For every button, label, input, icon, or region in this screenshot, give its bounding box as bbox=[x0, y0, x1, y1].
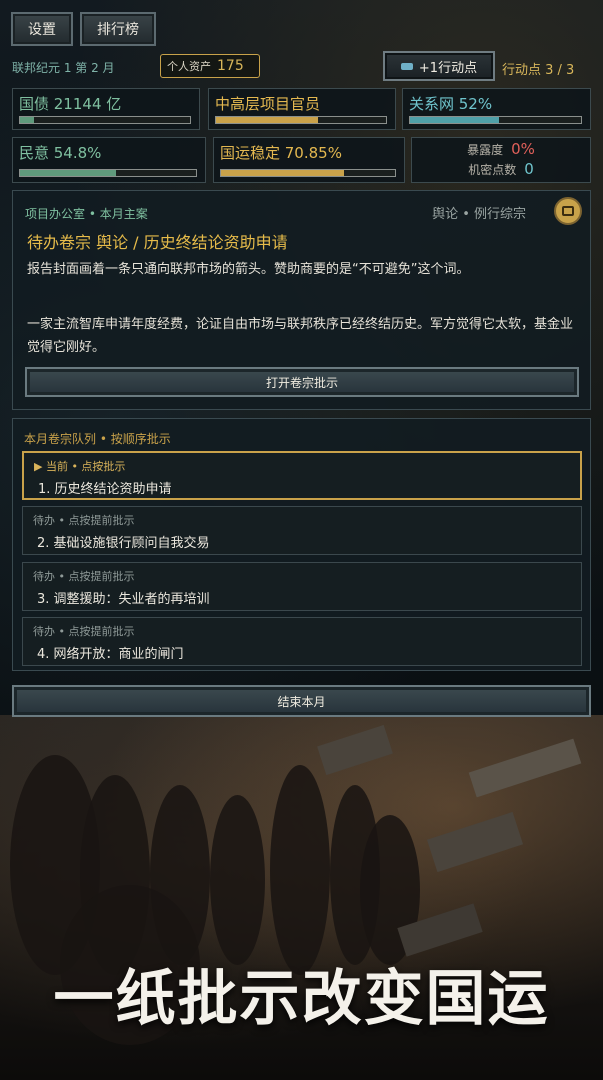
queue-item-3[interactable]: 待办 • 点按提前批示 3. 调整援助：失业者的再培训 bbox=[22, 562, 582, 611]
queue-header: 本月卷宗队列 • 按顺序批示 bbox=[24, 432, 171, 446]
settings-button[interactable]: 设置 bbox=[11, 12, 73, 46]
ticket-icon bbox=[400, 62, 413, 70]
queue-item-status: 待办 • 点按提前批示 bbox=[33, 514, 135, 527]
end-month-label: 结束本月 bbox=[277, 694, 326, 709]
queue-item-title: 3. 调整援助：失业者的再培训 bbox=[37, 592, 210, 607]
network-label: 关系网 52% bbox=[409, 95, 493, 113]
queue-item-title: 2. 基础设施银行顾问自我交易 bbox=[37, 536, 210, 551]
stability-bar bbox=[220, 169, 396, 177]
secret-points-label: 机密点数 bbox=[468, 163, 517, 177]
national-debt-stat: 国债 21144 亿 bbox=[12, 88, 200, 130]
ranking-button-label: 排行榜 bbox=[97, 22, 139, 38]
queue-item-1[interactable]: ▶ 当前 • 点按批示 1. 历史终结论资助申请 bbox=[22, 451, 582, 500]
exposure-secret-stat: 暴露度 0% 机密点数 0 bbox=[411, 137, 591, 183]
case-meta: 舆论 • 例行综宗 bbox=[432, 207, 526, 222]
rank-stat: 中高层项目官员 bbox=[208, 88, 396, 130]
secret-points-value: 0 bbox=[524, 160, 534, 178]
queue-item-2[interactable]: 待办 • 点按提前批示 2. 基础设施银行顾问自我交易 bbox=[22, 506, 582, 555]
network-bar bbox=[409, 116, 582, 124]
add-action-point-label: +1行动点 bbox=[418, 60, 478, 76]
promo-tagline: 一纸批示改变国运 bbox=[53, 964, 550, 1034]
action-points: 行动点 3 / 3 bbox=[502, 63, 575, 78]
open-case-label: 打开卷宗批示 bbox=[265, 375, 338, 390]
add-action-point-button[interactable]: +1行动点 bbox=[383, 51, 495, 81]
queue-item-title: 1. 历史终结论资助申请 bbox=[38, 482, 172, 497]
queue-item-status: 待办 • 点按提前批示 bbox=[33, 625, 135, 638]
public-opinion-bar bbox=[19, 169, 197, 177]
open-case-button[interactable]: 打开卷宗批示 bbox=[25, 367, 579, 397]
queue-item-status: 待办 • 点按提前批示 bbox=[33, 570, 135, 583]
queue-item-status: ▶ 当前 • 点按批示 bbox=[34, 460, 126, 473]
rank-bar bbox=[215, 116, 387, 124]
national-debt-label: 国债 21144 亿 bbox=[19, 95, 122, 113]
exposure-value: 0% bbox=[511, 140, 535, 158]
ranking-button[interactable]: 排行榜 bbox=[80, 12, 156, 46]
assets-value: 175 bbox=[217, 58, 244, 74]
stability-label: 国运稳定 70.85% bbox=[220, 144, 342, 162]
stability-stat: 国运稳定 70.85% bbox=[213, 137, 405, 183]
case-paragraph-1: 报告封面画着一条只通向联邦市场的箭头。赞助商要的是“不可避免”这个词。 bbox=[27, 262, 470, 277]
end-month-button[interactable]: 结束本月 bbox=[12, 685, 591, 717]
queue-item-4[interactable]: 待办 • 点按提前批示 4. 网络开放：商业的闸门 bbox=[22, 617, 582, 666]
network-stat: 关系网 52% bbox=[402, 88, 591, 130]
case-panel-header: 项目办公室 • 本月主案 bbox=[25, 207, 148, 221]
era-date: 联邦纪元 1 第 2 月 bbox=[12, 61, 115, 75]
personal-assets: 个人资产 175 bbox=[160, 54, 260, 78]
national-debt-bar bbox=[19, 116, 191, 124]
assets-label: 个人资产 bbox=[167, 60, 211, 73]
public-opinion-label: 民意 54.8% bbox=[19, 144, 102, 162]
settings-button-label: 设置 bbox=[28, 22, 56, 38]
queue-item-title: 4. 网络开放：商业的闸门 bbox=[37, 647, 184, 662]
rank-label: 中高层项目官员 bbox=[215, 95, 321, 113]
archive-icon[interactable] bbox=[554, 197, 582, 225]
exposure-label: 暴露度 bbox=[467, 143, 504, 157]
case-panel: 项目办公室 • 本月主案 舆论 • 例行综宗 待办卷宗 舆论 / 历史终结论资助… bbox=[12, 190, 591, 410]
public-opinion-stat: 民意 54.8% bbox=[12, 137, 206, 183]
case-title: 待办卷宗 舆论 / 历史终结论资助申请 bbox=[27, 233, 288, 252]
case-paragraph-2: 一家主流智库申请年度经费，论证自由市场与联邦秩序已经终结历史。军方觉得它太软，基… bbox=[27, 317, 574, 355]
